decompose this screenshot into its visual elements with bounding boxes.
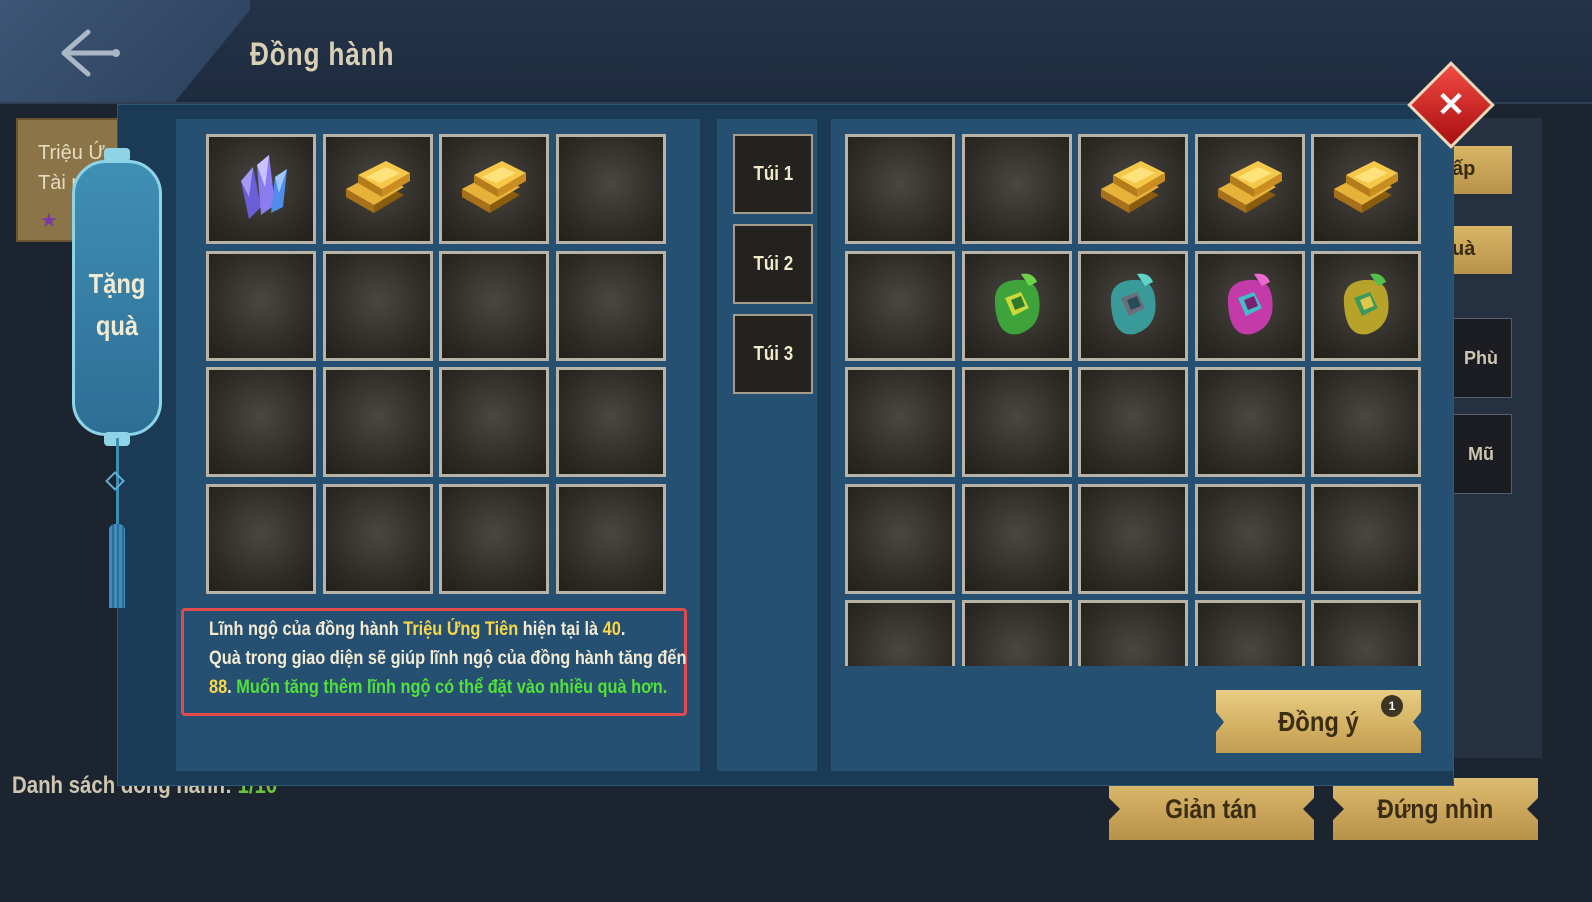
- equip-slot-phu-label: Phù: [1464, 348, 1498, 368]
- info-line-1: Lĩnh ngộ của đồng hành Triệu Ứng Tiên hi…: [209, 619, 626, 640]
- gift-slot[interactable]: [322, 367, 433, 477]
- tab-bag-1-label: Túi 1: [753, 163, 793, 185]
- button-notch-right: [1303, 797, 1315, 821]
- gift-slot[interactable]: [555, 483, 666, 594]
- inventory-slot[interactable]: [845, 483, 955, 594]
- gift-slot[interactable]: [555, 250, 666, 361]
- tab-bag-3-label: Túi 3: [753, 343, 793, 365]
- button-notch-left: [1216, 711, 1224, 732]
- inventory-slot[interactable]: [845, 250, 955, 361]
- top-bar: Đồng hành: [0, 0, 1592, 104]
- gift-slot[interactable]: [206, 483, 316, 594]
- gift-slot[interactable]: [206, 367, 316, 477]
- gift-slot[interactable]: [322, 483, 433, 594]
- companion-name: Triệu Ứng Tiên: [403, 619, 519, 640]
- inventory-slot[interactable]: [1311, 250, 1421, 361]
- inventory-slot[interactable]: [961, 483, 1072, 594]
- confirm-button[interactable]: Đồng ý 1: [1216, 690, 1421, 753]
- star-icon: ★: [40, 210, 58, 232]
- page-title: Đồng hành: [250, 36, 395, 72]
- button-notch-left: [1108, 797, 1120, 821]
- tab-bag-1[interactable]: Túi 1: [733, 134, 813, 214]
- back-panel: [0, 0, 250, 102]
- tab-bag-2-label: Túi 2: [753, 253, 793, 275]
- confirm-button-label: Đồng ý: [1278, 706, 1359, 737]
- inventory-slot[interactable]: [1194, 483, 1305, 594]
- info-hint: Muốn tăng thêm lĩnh ngộ có thể đặt vào n…: [236, 677, 668, 698]
- bag-tabs-panel: [717, 119, 817, 771]
- gift-slot[interactable]: [322, 134, 433, 244]
- tassel-icon: [109, 524, 125, 608]
- current-insight-value: 40: [602, 619, 621, 640]
- right-gold-button-2-label: uà: [1452, 238, 1476, 260]
- inventory-slot[interactable]: [1078, 367, 1188, 477]
- inventory-slot[interactable]: [1194, 367, 1305, 477]
- inventory-slot[interactable]: [1311, 600, 1421, 666]
- inventory-slot[interactable]: [1194, 250, 1305, 361]
- back-arrow-button[interactable]: [58, 24, 122, 82]
- equip-slot-mu-label: Mũ: [1468, 444, 1494, 464]
- button-notch-right: [1413, 711, 1421, 732]
- tab-gift-label: Tặng quà: [88, 268, 146, 341]
- inventory-slot[interactable]: [1078, 250, 1188, 361]
- back-arrow-icon: [61, 29, 120, 77]
- right-gold-button-2[interactable]: uà: [1450, 226, 1512, 274]
- gift-slot[interactable]: [206, 250, 316, 361]
- inventory-slot[interactable]: [845, 134, 955, 244]
- inventory-slot[interactable]: [1311, 134, 1421, 244]
- inventory-slot[interactable]: [961, 367, 1072, 477]
- inventory-slot[interactable]: [845, 367, 955, 477]
- gift-slot[interactable]: [206, 134, 316, 244]
- inventory-slot[interactable]: [1194, 600, 1305, 666]
- gift-slot[interactable]: [439, 483, 549, 594]
- inventory-slot[interactable]: [1078, 134, 1188, 244]
- gift-slot[interactable]: [555, 134, 666, 244]
- right-gold-button-1[interactable]: ấp: [1450, 146, 1512, 194]
- stand-watch-button[interactable]: Đứng nhìn: [1332, 778, 1539, 840]
- disband-button-label: Giản tán: [1165, 794, 1258, 824]
- tab-gift[interactable]: Tặng quà: [72, 160, 162, 436]
- inventory-slot[interactable]: [845, 600, 955, 666]
- close-icon: ✕: [1436, 86, 1466, 124]
- button-notch-right: [1527, 797, 1539, 821]
- target-insight-value: 88: [209, 677, 228, 698]
- stand-watch-button-label: Đứng nhìn: [1377, 794, 1494, 824]
- right-gold-button-1-label: ấp: [1452, 158, 1476, 180]
- inventory-slot[interactable]: [961, 250, 1072, 361]
- tab-bag-2[interactable]: Túi 2: [733, 224, 813, 304]
- gift-slot[interactable]: [322, 250, 433, 361]
- inventory-slot[interactable]: [1194, 134, 1305, 244]
- inventory-slot[interactable]: [961, 134, 1072, 244]
- info-box: Lĩnh ngộ của đồng hành Triệu Ứng Tiên hi…: [181, 608, 687, 716]
- inventory-slot[interactable]: [1311, 483, 1421, 594]
- equip-slot-mu[interactable]: Mũ: [1450, 414, 1512, 494]
- gift-slot[interactable]: [439, 367, 549, 477]
- disband-button[interactable]: Giản tán: [1108, 778, 1315, 840]
- tab-bag-3[interactable]: Túi 3: [733, 314, 813, 394]
- button-notch-left: [1332, 797, 1344, 821]
- equip-slot-phu[interactable]: Phù: [1450, 318, 1512, 398]
- gift-slot[interactable]: [555, 367, 666, 477]
- info-line-3: 88. Muốn tăng thêm lĩnh ngộ có thể đặt v…: [209, 677, 668, 698]
- inventory-slot[interactable]: [1311, 367, 1421, 477]
- gift-slot[interactable]: [439, 250, 549, 361]
- info-line-2: Quà trong giao diện sẽ giúp lĩnh ngộ của…: [209, 648, 687, 669]
- inventory-slot[interactable]: [961, 600, 1072, 666]
- inventory-slot[interactable]: [1078, 600, 1188, 666]
- gift-slot[interactable]: [439, 134, 549, 244]
- inventory-scroll-area[interactable]: [843, 118, 1427, 666]
- inventory-slot[interactable]: [1078, 483, 1188, 594]
- confirm-count-badge: 1: [1381, 695, 1403, 717]
